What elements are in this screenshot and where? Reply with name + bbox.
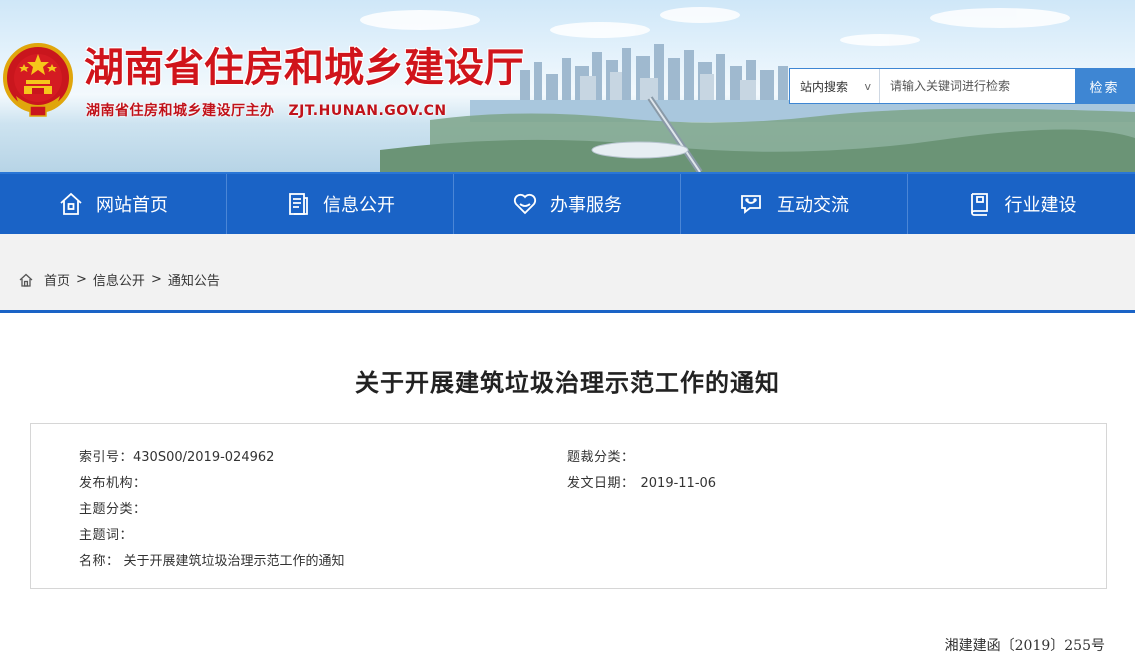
site-domain-text: ZJT.HUNAN.GOV.CN bbox=[288, 103, 447, 119]
search-button[interactable]: 检索 bbox=[1075, 69, 1134, 103]
breadcrumb-link-home[interactable]: 首页 bbox=[44, 270, 70, 289]
main-nav: 网站首页 信息公开 办事服务 互动交流 行业建设 bbox=[0, 172, 1135, 234]
meta-publisher: 发布机构： bbox=[79, 472, 147, 491]
meta-keywords: 主题词： bbox=[79, 524, 133, 543]
meta-publisher-label: 发布机构： bbox=[79, 476, 147, 491]
breadcrumb-separator: > bbox=[150, 272, 162, 287]
breadcrumb-bar: 首页 > 信息公开 > 通知公告 bbox=[0, 234, 1135, 312]
nav-item-industry[interactable]: 行业建设 bbox=[908, 174, 1135, 234]
breadcrumb-separator: > bbox=[76, 272, 87, 287]
nav-item-label: 信息公开 bbox=[323, 195, 395, 216]
site-search-bar: 站内搜索 v 检索 bbox=[789, 68, 1135, 104]
heart-icon bbox=[513, 193, 537, 215]
home-icon bbox=[60, 192, 82, 215]
book-icon bbox=[970, 193, 988, 216]
meta-genre: 题裁分类： bbox=[567, 446, 635, 465]
meta-date-value: 2019-11-06 bbox=[640, 476, 717, 491]
meta-topic-label: 主题分类： bbox=[79, 502, 147, 517]
article-meta-table: 索引号：430S00/2019-024962 题裁分类： 发布机构： 发文日期：… bbox=[30, 423, 1107, 589]
national-emblem-icon bbox=[3, 43, 73, 117]
meta-genre-label: 题裁分类： bbox=[567, 450, 635, 465]
chevron-down-icon: v bbox=[864, 79, 871, 93]
chat-icon bbox=[741, 195, 761, 214]
document-icon bbox=[289, 193, 308, 215]
nav-item-home[interactable]: 网站首页 bbox=[0, 174, 227, 234]
article-content: 关于开展建筑垃圾治理示范工作的通知 索引号：430S00/2019-024962… bbox=[0, 310, 1135, 660]
site-sponsor-text: 湖南省住房和城乡建设厅主办 bbox=[86, 103, 275, 119]
nav-item-services[interactable]: 办事服务 bbox=[454, 174, 681, 234]
nav-item-label: 办事服务 bbox=[550, 195, 622, 216]
article-title: 关于开展建筑垃圾治理示范工作的通知 bbox=[355, 369, 780, 397]
site-subtitle: 湖南省住房和城乡建设厅主办 ZJT.HUNAN.GOV.CN bbox=[86, 100, 447, 120]
nav-item-label: 互动交流 bbox=[777, 195, 849, 216]
meta-date: 发文日期： 2019-11-06 bbox=[567, 472, 716, 491]
meta-name-label: 名称： bbox=[79, 554, 120, 569]
search-input[interactable] bbox=[880, 69, 1075, 103]
breadcrumb-link-info[interactable]: 信息公开 bbox=[93, 270, 145, 289]
meta-index: 索引号：430S00/2019-024962 bbox=[79, 446, 274, 465]
nav-item-interaction[interactable]: 互动交流 bbox=[681, 174, 908, 234]
breadcrumb: 首页 > 信息公开 > 通知公告 bbox=[18, 270, 220, 289]
meta-date-label: 发文日期： bbox=[567, 476, 635, 491]
breadcrumb-link-notices[interactable]: 通知公告 bbox=[168, 270, 220, 289]
search-scope-select[interactable]: 站内搜索 v bbox=[790, 69, 880, 103]
nav-item-label: 网站首页 bbox=[96, 195, 168, 216]
meta-index-value: 430S00/2019-024962 bbox=[133, 450, 275, 465]
meta-name-value: 关于开展建筑垃圾治理示范工作的通知 bbox=[123, 554, 345, 569]
document-number: 湘建建函〔2019〕255号 bbox=[944, 638, 1105, 654]
meta-keywords-label: 主题词： bbox=[79, 528, 134, 543]
home-icon bbox=[19, 273, 33, 287]
nav-item-info-disclosure[interactable]: 信息公开 bbox=[227, 174, 454, 234]
meta-index-label: 索引号： bbox=[79, 450, 134, 465]
site-title: 湖南省住房和城乡建设厅 bbox=[84, 44, 524, 91]
search-scope-label: 站内搜索 bbox=[800, 79, 849, 94]
meta-topic: 主题分类： bbox=[79, 498, 147, 517]
site-header-banner: 湖南省住房和城乡建设厅 湖南省住房和城乡建设厅主办 ZJT.HUNAN.GOV.C… bbox=[0, 0, 1135, 172]
nav-item-label: 行业建设 bbox=[1004, 195, 1077, 216]
meta-name: 名称： 关于开展建筑垃圾治理示范工作的通知 bbox=[79, 550, 345, 569]
